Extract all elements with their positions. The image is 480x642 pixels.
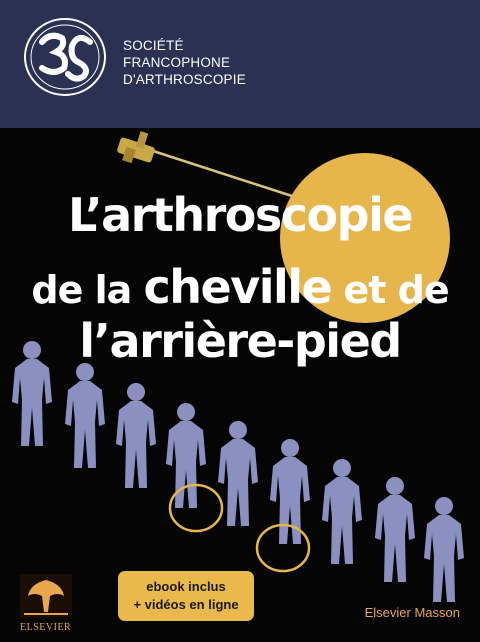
title-line-2: de la cheville et de — [0, 260, 480, 314]
society-line-3: D'ARTHROSCOPIE — [123, 72, 246, 87]
elsevier-wordmark: ELSEVIER — [20, 622, 72, 633]
figure-3 — [116, 383, 156, 488]
title-line-2-prefix: de la — [31, 268, 144, 312]
figure-5 — [218, 421, 258, 526]
figure-8 — [375, 477, 415, 582]
badge-line-1: ebook inclus — [146, 579, 226, 594]
society-line-1: SOCIÉTÉ — [123, 38, 184, 53]
society-line-2: FRANCOPHONE — [123, 55, 231, 70]
badge-line-2: + vidéos en ligne — [133, 597, 239, 612]
header-band: SOCIÉTÉ FRANCOPHONE D'ARTHROSCOPIE — [0, 0, 480, 128]
book-cover: SOCIÉTÉ FRANCOPHONE D'ARTHROSCOPIE L’art… — [0, 0, 480, 642]
elsevier-tree-icon — [20, 574, 72, 618]
figure-9 — [424, 497, 464, 602]
society-name: SOCIÉTÉ FRANCOPHONE D'ARTHROSCOPIE — [123, 37, 246, 88]
figure-4 — [166, 403, 206, 508]
society-logo — [24, 18, 106, 96]
figure-7 — [322, 459, 362, 564]
title-line-2-suffix: et de — [331, 268, 449, 312]
figure-6 — [270, 439, 310, 544]
ebook-badge: ebook inclus + vidéos en ligne — [118, 571, 254, 621]
figure-2 — [65, 363, 105, 468]
title-line-1: L’arthroscopie — [67, 188, 414, 242]
publisher-name: Elsevier Masson — [364, 605, 460, 620]
figure-1 — [12, 341, 52, 446]
title-line-2-keyword: cheville — [143, 260, 333, 314]
